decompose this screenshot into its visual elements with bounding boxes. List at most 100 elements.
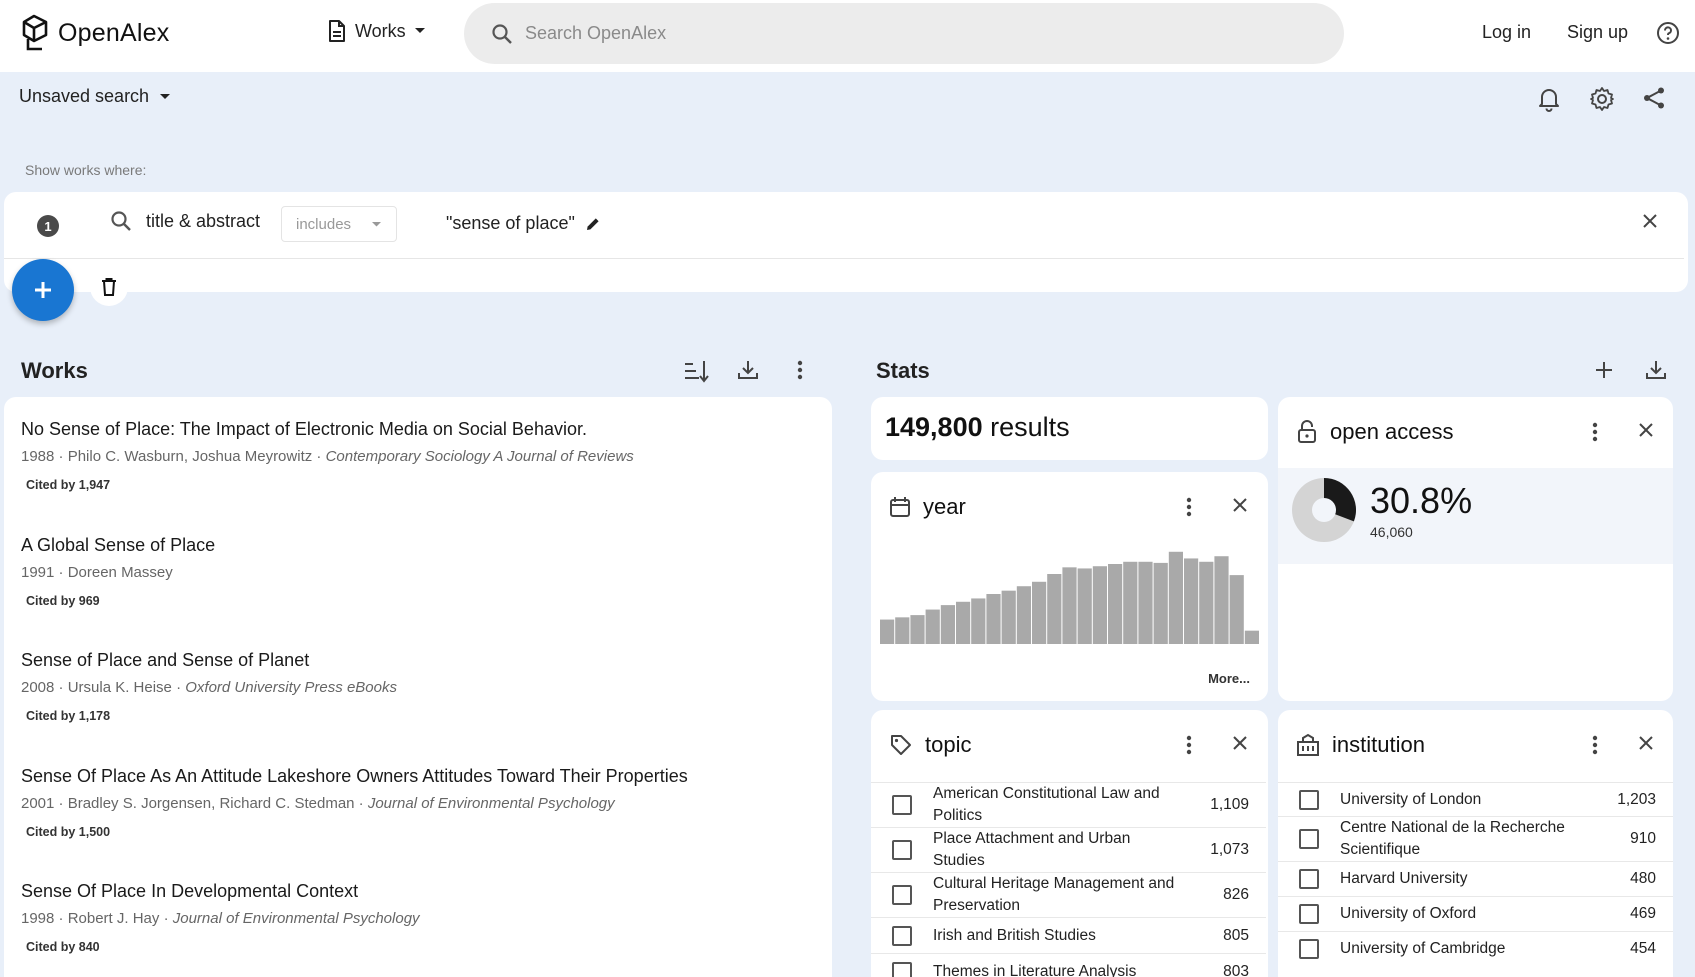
caret-down-icon — [414, 28, 425, 33]
saved-search-label: Unsaved search — [19, 86, 150, 106]
year-bar[interactable] — [1229, 575, 1244, 644]
year-bar[interactable] — [971, 598, 986, 644]
share-button[interactable] — [1642, 86, 1666, 110]
signup-link[interactable]: Sign up — [1567, 22, 1628, 43]
works-export-button[interactable] — [736, 358, 760, 382]
work-venue[interactable]: Oxford University Press eBooks — [185, 679, 397, 696]
add-filter-button[interactable] — [12, 259, 74, 321]
filter-value[interactable]: "sense of place" — [446, 213, 601, 234]
year-bar[interactable] — [1016, 586, 1031, 644]
institution-row[interactable]: University of London 1,203 — [1278, 782, 1673, 816]
help-button[interactable] — [1656, 21, 1680, 45]
topic-row[interactable]: Themes in Literature Analysis 803 — [871, 953, 1266, 977]
work-venue[interactable]: Contemporary Sociology A Journal of Revi… — [326, 448, 634, 465]
year-bar[interactable] — [895, 617, 910, 644]
institution-title: institution — [1332, 732, 1425, 757]
topic-checkbox[interactable] — [892, 840, 912, 860]
topic-row[interactable]: Place Attachment and Urban Studies 1,073 — [871, 827, 1266, 872]
year-bar[interactable] — [910, 615, 925, 644]
institution-close-button[interactable] — [1637, 734, 1655, 752]
year-bar[interactable] — [1108, 564, 1123, 644]
year-bar[interactable] — [1184, 558, 1199, 644]
year-bar[interactable] — [1244, 630, 1259, 644]
year-bar[interactable] — [956, 601, 971, 644]
alert-button[interactable] — [1537, 86, 1561, 112]
year-bar[interactable] — [1001, 590, 1016, 644]
year-menu-button[interactable] — [1184, 496, 1194, 518]
topic-checkbox[interactable] — [892, 885, 912, 905]
settings-button[interactable] — [1589, 86, 1615, 112]
works-more-button[interactable] — [790, 358, 810, 382]
year-bar[interactable] — [1214, 556, 1229, 644]
institution-checkbox[interactable] — [1299, 789, 1319, 810]
institution-checkbox[interactable] — [1299, 829, 1319, 849]
year-bar[interactable] — [925, 609, 940, 644]
institution-row[interactable]: University of Oxford 469 — [1278, 896, 1673, 931]
clear-filters-button[interactable] — [90, 268, 128, 306]
openalex-logo[interactable]: OpenAlex — [20, 13, 169, 53]
year-bar[interactable] — [1123, 561, 1138, 644]
topic-close-button[interactable] — [1231, 734, 1249, 752]
topic-row[interactable]: American Constitutional Law and Politics… — [871, 782, 1266, 827]
year-bar[interactable] — [1168, 551, 1183, 644]
institution-menu-button[interactable] — [1590, 734, 1600, 756]
search-input[interactable] — [525, 23, 1305, 44]
institution-row[interactable]: Harvard University 480 — [1278, 861, 1673, 896]
institution-row[interactable]: University of Cambridge 454 — [1278, 931, 1673, 966]
year-bar[interactable] — [1153, 562, 1168, 644]
remove-filter-button[interactable] — [1641, 212, 1659, 230]
year-bar[interactable] — [880, 619, 895, 644]
saved-search-dropdown[interactable]: Unsaved search — [19, 86, 171, 107]
year-bar[interactable] — [940, 605, 955, 644]
filter-operator-select[interactable]: includes — [281, 206, 397, 242]
topic-checkbox[interactable] — [892, 925, 912, 946]
topic-count: 826 — [1223, 886, 1249, 903]
year-bar[interactable] — [1047, 574, 1062, 644]
year-bar[interactable] — [986, 594, 1001, 644]
year-bar[interactable] — [1138, 561, 1153, 644]
work-title[interactable]: Sense Of Place As An Attitude Lakeshore … — [21, 766, 688, 787]
topic-row[interactable]: Cultural Heritage Management and Preserv… — [871, 872, 1266, 917]
add-stat-button[interactable] — [1592, 358, 1616, 382]
sort-button[interactable] — [683, 358, 709, 384]
institution-row[interactable]: Centre National de la Recherche Scientif… — [1278, 816, 1673, 861]
work-cited-by[interactable]: Cited by 1,947 — [26, 478, 634, 492]
topic-menu-button[interactable] — [1184, 734, 1194, 756]
topic-title: topic — [925, 732, 972, 757]
open-access-summary[interactable]: 30.8% 46,060 — [1278, 468, 1673, 564]
year-histogram[interactable] — [880, 544, 1260, 644]
open-access-menu-button[interactable] — [1590, 421, 1600, 443]
year-bar[interactable] — [1032, 581, 1047, 644]
year-close-button[interactable] — [1231, 496, 1249, 514]
work-cited-by[interactable]: Cited by 969 — [26, 594, 215, 608]
caret-down-icon — [372, 221, 381, 226]
year-bar[interactable] — [1062, 567, 1077, 644]
topic-checkbox[interactable] — [892, 961, 912, 977]
open-access-close-button[interactable] — [1637, 421, 1655, 439]
institution-count: 469 — [1630, 905, 1656, 922]
institution-checkbox[interactable] — [1299, 939, 1319, 959]
work-title[interactable]: A Global Sense of Place — [21, 535, 215, 556]
results-number: 149,800 — [885, 412, 983, 442]
year-bar[interactable] — [1199, 561, 1214, 644]
year-bar[interactable] — [1077, 568, 1092, 644]
topic-checkbox[interactable] — [892, 795, 912, 815]
work-cited-by[interactable]: Cited by 840 — [26, 940, 420, 954]
stats-export-button[interactable] — [1644, 358, 1668, 382]
search-bar[interactable] — [464, 3, 1344, 64]
year-bar[interactable] — [1092, 566, 1107, 644]
work-venue[interactable]: Journal of Environmental Psychology — [368, 795, 615, 812]
work-cited-by[interactable]: Cited by 1,178 — [26, 709, 397, 723]
work-title[interactable]: No Sense of Place: The Impact of Electro… — [21, 419, 634, 440]
work-title[interactable]: Sense of Place and Sense of Planet — [21, 650, 397, 671]
topic-row[interactable]: Irish and British Studies 805 — [871, 917, 1266, 953]
institution-checkbox[interactable] — [1299, 904, 1319, 924]
institution-checkbox[interactable] — [1299, 869, 1319, 889]
login-link[interactable]: Log in — [1482, 22, 1531, 43]
work-cited-by[interactable]: Cited by 1,500 — [26, 825, 688, 839]
work-title[interactable]: Sense Of Place In Developmental Context — [21, 881, 420, 902]
entity-type-dropdown[interactable]: Works — [327, 19, 426, 43]
pencil-icon[interactable] — [585, 216, 601, 232]
year-more-link[interactable]: More... — [1208, 671, 1250, 686]
work-venue[interactable]: Journal of Environmental Psychology — [173, 910, 420, 927]
